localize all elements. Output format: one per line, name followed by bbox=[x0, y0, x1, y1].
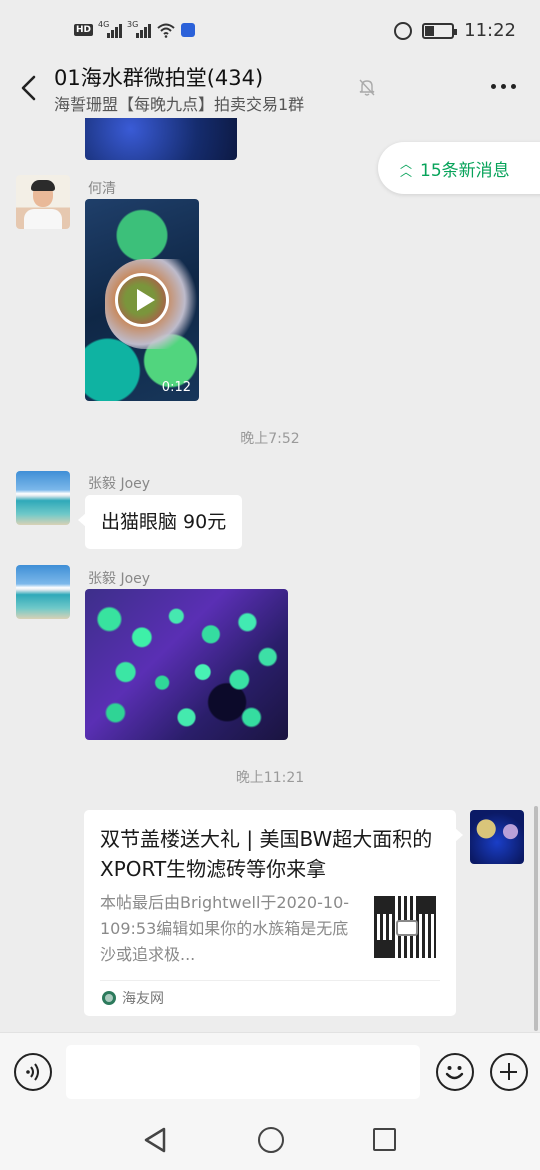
signal-3g-label: 3G bbox=[127, 20, 139, 29]
avatar[interactable] bbox=[16, 175, 70, 229]
voice-icon[interactable] bbox=[14, 1053, 52, 1091]
link-card-source: 海友网 bbox=[102, 988, 164, 1008]
avatar[interactable] bbox=[16, 565, 70, 619]
sender-name: 张毅 Joey bbox=[88, 571, 151, 587]
system-navigation bbox=[0, 1112, 540, 1170]
signal-3g-icon: 3G bbox=[127, 20, 152, 38]
qr-code-thumbnail bbox=[374, 896, 436, 958]
source-logo-icon bbox=[102, 991, 116, 1005]
chat-title: 01海水群微拍堂(434) bbox=[54, 66, 264, 90]
chat-area[interactable]: ︿ ︿ 15条新消息 何清 0:12 晚上7:52 张毅 Joey 出猫眼脑 90… bbox=[0, 118, 540, 1032]
back-icon[interactable] bbox=[18, 74, 42, 102]
more-icon[interactable] bbox=[491, 84, 516, 89]
message-input[interactable] bbox=[66, 1045, 420, 1099]
signal-4g-label: 4G bbox=[98, 20, 110, 29]
alarm-icon bbox=[394, 21, 413, 40]
chat-subtitle: 海誓珊盟【每晚九点】拍卖交易1群 bbox=[54, 95, 305, 114]
nav-home-icon[interactable] bbox=[258, 1127, 284, 1153]
nav-back-icon[interactable] bbox=[142, 1126, 168, 1154]
video-message[interactable]: 0:12 bbox=[85, 199, 199, 401]
text-message[interactable]: 出猫眼脑 90元 bbox=[77, 495, 243, 549]
chat-header: 01海水群微拍堂(434) 海誓珊盟【每晚九点】拍卖交易1群 bbox=[0, 62, 540, 118]
status-time: 11:22 bbox=[464, 20, 516, 41]
emoji-icon[interactable] bbox=[436, 1053, 474, 1091]
link-card-message[interactable]: 双节盖楼送大礼 | 美国BW超大面积的XPORT生物滤砖等你来拿 本帖最后由Br… bbox=[84, 810, 463, 1016]
status-right: 11:22 bbox=[394, 20, 516, 41]
avatar[interactable] bbox=[470, 810, 524, 864]
status-bar: HD 4G 3G 11:22 bbox=[0, 0, 540, 62]
double-chevron-up-icon: ︿ ︿ bbox=[400, 157, 413, 179]
link-card-source-label: 海友网 bbox=[122, 991, 164, 1007]
play-icon[interactable] bbox=[115, 273, 169, 327]
nav-recents-icon[interactable] bbox=[373, 1128, 396, 1151]
scrollbar[interactable] bbox=[534, 806, 538, 1031]
avatar[interactable] bbox=[16, 471, 70, 525]
sender-name: 张毅 Joey bbox=[88, 476, 151, 492]
input-bar bbox=[0, 1032, 540, 1112]
divider bbox=[100, 980, 440, 981]
sender-name: 何清 bbox=[88, 181, 116, 197]
image-message-partial[interactable] bbox=[85, 118, 237, 160]
new-messages-label: 15条新消息 bbox=[420, 160, 510, 181]
mute-icon bbox=[359, 79, 375, 96]
battery-icon bbox=[422, 22, 458, 39]
video-duration: 0:12 bbox=[161, 380, 191, 395]
hd-icon: HD bbox=[74, 24, 94, 36]
link-card-title: 双节盖楼送大礼 | 美国BW超大面积的XPORT生物滤砖等你来拿 bbox=[100, 827, 433, 881]
new-messages-button[interactable]: ︿ ︿ 15条新消息 bbox=[378, 142, 540, 194]
baidu-icon bbox=[181, 23, 196, 37]
wifi-icon bbox=[157, 23, 175, 38]
status-left: HD 4G 3G bbox=[74, 20, 196, 38]
timestamp: 晚上11:21 bbox=[235, 770, 305, 786]
timestamp: 晚上7:52 bbox=[240, 431, 300, 447]
image-message[interactable] bbox=[85, 589, 288, 740]
plus-icon[interactable] bbox=[490, 1053, 528, 1091]
link-card-description: 本帖最后由Brightwell于2020-10-109:53编辑如果你的水族箱是… bbox=[100, 893, 350, 964]
signal-4g-icon: 4G bbox=[98, 20, 123, 38]
